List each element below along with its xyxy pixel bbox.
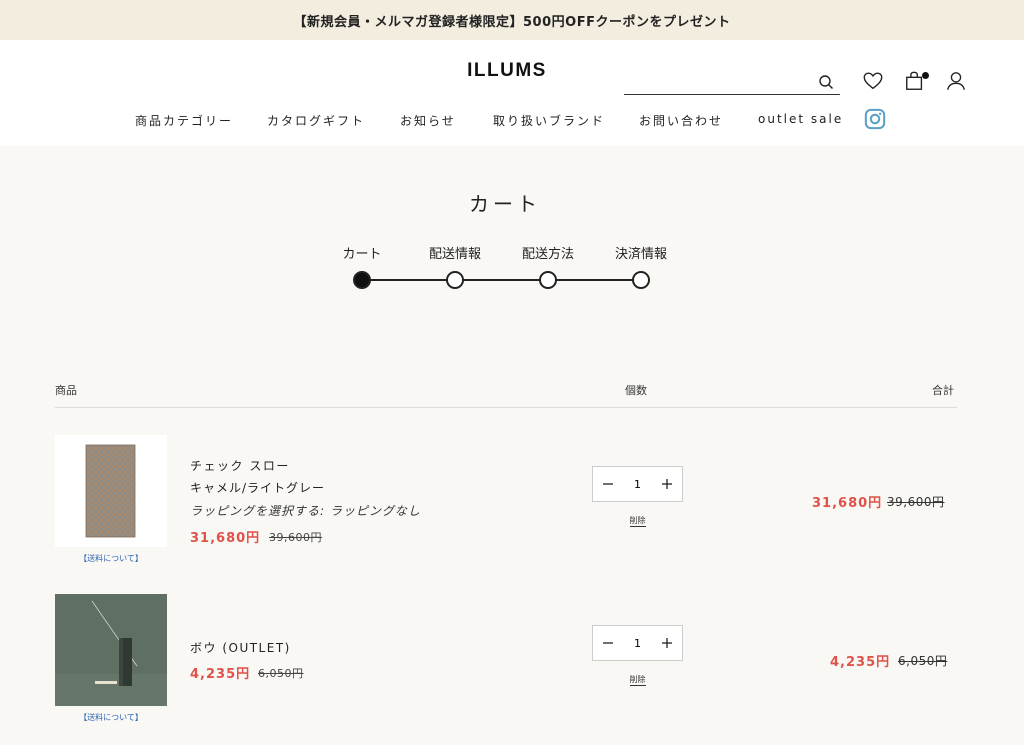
- step-dot-shipping-info: [446, 271, 464, 289]
- line-total-original-price: 6,050円: [898, 654, 948, 668]
- delete-item-link[interactable]: 削除: [592, 515, 683, 527]
- line-total-original-price: 39,600円: [887, 495, 945, 509]
- product-variant: キャメル/ライトグレー: [190, 481, 326, 495]
- header-product: 商品: [55, 384, 77, 397]
- nav-item-contact[interactable]: お問い合わせ: [639, 112, 723, 129]
- quantity-increase-button[interactable]: [652, 467, 682, 501]
- wrapping-option: ラッピングを選択する: ラッピングなし: [190, 504, 421, 518]
- plus-icon: [662, 638, 672, 648]
- site-header: ILLUMS 商品カテゴリー カタログギフト お知らせ 取り扱いブランド お問い…: [0, 40, 1024, 146]
- product-image[interactable]: [55, 594, 167, 706]
- cart-table-header: 商品 個数 合計: [55, 378, 957, 408]
- quantity-stepper: [592, 625, 683, 661]
- minus-icon: [603, 483, 613, 485]
- nav-item-brands[interactable]: 取り扱いブランド: [493, 112, 605, 129]
- quantity-increase-button[interactable]: [652, 626, 682, 660]
- delete-item-label: 削除: [629, 675, 646, 686]
- minus-icon: [603, 642, 613, 644]
- search-bar: [624, 70, 840, 95]
- promo-banner[interactable]: 【新規会員・メルマガ登録者様限定】500円OFFクーポンをプレゼント: [0, 0, 1024, 40]
- nav-item-categories[interactable]: 商品カテゴリー: [135, 112, 233, 129]
- step-dot-shipping-method: [539, 271, 557, 289]
- cart-item: 【送料について】 チェック スロー キャメル/ライトグレー ラッピングを選択する…: [55, 435, 965, 570]
- header-quantity: 個数: [625, 384, 647, 397]
- nav-item-news[interactable]: お知らせ: [400, 112, 456, 129]
- checkout-steps: カート 配送情報 配送方法 決済情報: [0, 240, 1024, 300]
- shipping-info-link[interactable]: 【送料について】: [55, 553, 167, 564]
- product-sale-price: 31,680円: [190, 531, 261, 546]
- steps-connector-line: [362, 279, 641, 281]
- product-name[interactable]: ボウ (OUTLET): [190, 639, 291, 656]
- nav-item-outlet-sale[interactable]: outlet sale: [758, 112, 843, 126]
- step-label-cart: カート: [342, 247, 382, 262]
- delete-item-link[interactable]: 削除: [592, 674, 683, 686]
- instagram-icon[interactable]: [864, 108, 886, 130]
- shipping-info-link[interactable]: 【送料について】: [55, 712, 167, 723]
- cart-indicator-dot: [922, 72, 929, 79]
- quantity-input[interactable]: [623, 626, 652, 660]
- step-label-shipping-method: 配送方法: [521, 247, 574, 262]
- page-title: カート: [469, 192, 541, 216]
- product-sale-price: 4,235円: [190, 667, 251, 682]
- plus-icon: [662, 479, 672, 489]
- product-name[interactable]: チェック スロー: [190, 457, 290, 474]
- product-image[interactable]: [55, 435, 167, 547]
- quantity-decrease-button[interactable]: [593, 467, 623, 501]
- delete-item-label: 削除: [629, 516, 646, 527]
- user-icon[interactable]: [945, 70, 967, 92]
- promo-text: 【新規会員・メルマガ登録者様限定】500円OFFクーポンをプレゼント: [293, 14, 731, 30]
- nav-item-catalog-gift[interactable]: カタログギフト: [267, 112, 365, 129]
- quantity-input[interactable]: [623, 467, 652, 501]
- step-dot-cart: [353, 271, 371, 289]
- quantity-decrease-button[interactable]: [593, 626, 623, 660]
- main-nav: 商品カテゴリー カタログギフト お知らせ 取り扱いブランド お問い合わせ out…: [0, 106, 1024, 132]
- product-original-price: 6,050円: [258, 667, 304, 680]
- step-label-shipping-info: 配送情報: [428, 247, 481, 262]
- search-input[interactable]: [624, 70, 810, 94]
- search-icon[interactable]: [818, 74, 834, 90]
- heart-icon[interactable]: [862, 70, 884, 92]
- step-label-payment-info: 決済情報: [614, 247, 667, 262]
- line-total-price: 31,680円: [812, 496, 883, 511]
- cart-item: 【送料について】 ボウ (OUTLET) 4,235円 6,050円 削除 4,…: [55, 594, 965, 729]
- line-total-price: 4,235円: [830, 655, 891, 670]
- product-original-price: 39,600円: [269, 531, 322, 544]
- header-total: 合計: [932, 384, 954, 397]
- quantity-stepper: [592, 466, 683, 502]
- step-dot-payment-info: [632, 271, 650, 289]
